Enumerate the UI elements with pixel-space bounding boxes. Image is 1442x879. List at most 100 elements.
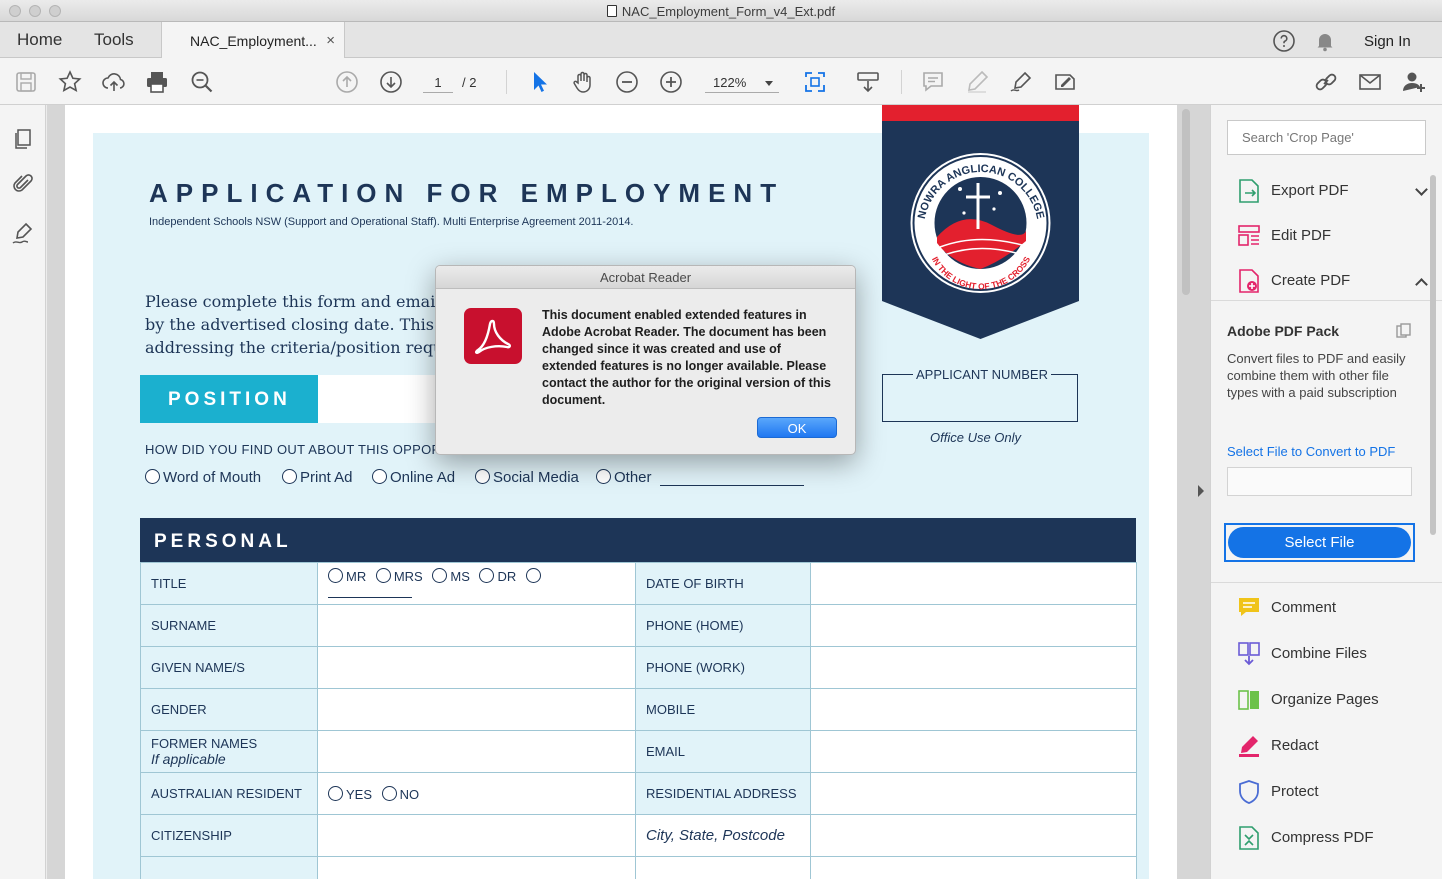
find-option-social-media[interactable]: Social Media	[475, 469, 579, 486]
combine-files-icon	[1238, 642, 1260, 666]
tools-search-input[interactable]: Search 'Crop Page'	[1227, 120, 1426, 155]
comment-icon	[1239, 598, 1259, 616]
scroll-mode-icon[interactable]	[855, 69, 881, 95]
resident-option-label: YES	[346, 786, 373, 802]
find-option-print-ad[interactable]: Print Ad	[282, 469, 353, 486]
comment-note-icon[interactable]	[920, 69, 946, 95]
applicant-number-field[interactable]: APPLICANT NUMBER	[882, 367, 1078, 422]
upload-cloud-icon[interactable]	[101, 69, 127, 95]
tab-tools[interactable]: Tools	[94, 30, 134, 50]
email-envelope-icon[interactable]	[1357, 69, 1383, 95]
tool-organize-pages[interactable]: Organize Pages	[1237, 687, 1427, 713]
find-option-other[interactable]: Other	[596, 469, 652, 486]
field-label-title: TITLE	[140, 562, 318, 605]
add-user-icon[interactable]	[1401, 69, 1427, 95]
residential-address-field[interactable]	[810, 772, 1137, 815]
field-label-citizenship: CITIZENSHIP	[140, 814, 318, 857]
radio-button[interactable]	[375, 568, 391, 583]
tool-protect[interactable]: Protect	[1237, 779, 1427, 805]
save-icon[interactable]	[13, 69, 39, 95]
date-of-birth-field[interactable]	[810, 562, 1137, 605]
radio-button[interactable]	[381, 785, 397, 801]
tab-home[interactable]: Home	[17, 30, 62, 50]
title-radio-group[interactable]: MR MRS MS DR	[317, 562, 636, 605]
ok-button[interactable]: OK	[757, 417, 837, 438]
other-text-line[interactable]	[660, 485, 804, 486]
attachments-paperclip-icon[interactable]	[11, 172, 35, 196]
zoom-level-dropdown[interactable]: 122%	[705, 73, 779, 93]
table-cell[interactable]	[810, 856, 1137, 879]
radio-button[interactable]	[432, 568, 448, 583]
print-icon[interactable]	[144, 69, 170, 95]
radio-button[interactable]	[475, 469, 490, 484]
sign-pen-icon[interactable]	[1008, 69, 1034, 95]
city-state-postcode-field[interactable]	[810, 814, 1137, 857]
find-option-online-ad[interactable]: Online Ad	[372, 469, 455, 486]
radio-button[interactable]	[328, 785, 343, 801]
sign-in-link[interactable]: Sign In	[1364, 33, 1411, 50]
surname-field[interactable]	[317, 604, 636, 647]
select-file-link[interactable]: Select File to Convert to PDF	[1227, 444, 1395, 459]
table-cell[interactable]	[317, 856, 636, 879]
tool-create-pdf[interactable]: Create PDF	[1237, 268, 1428, 294]
pdf-page: APPLICATION FOR EMPLOYMENT Independent S…	[65, 105, 1177, 879]
zoom-search-icon[interactable]	[189, 69, 215, 95]
chevron-up-icon[interactable]	[1415, 278, 1428, 291]
select-file-button[interactable]: Select File	[1228, 527, 1411, 558]
tool-label: Compress PDF	[1271, 829, 1374, 846]
phone-home-field[interactable]	[810, 604, 1137, 647]
tool-combine-files[interactable]: Combine Files	[1237, 641, 1427, 667]
resident-radio-group[interactable]: YES NO	[317, 772, 636, 815]
radio-button[interactable]	[596, 469, 611, 484]
page-thumbnails-icon[interactable]	[11, 127, 35, 151]
next-page-icon[interactable]	[378, 69, 404, 95]
radio-button[interactable]	[525, 568, 541, 583]
fill-sign-icon[interactable]	[1052, 69, 1078, 95]
tool-comment[interactable]: Comment	[1237, 595, 1427, 621]
document-viewport[interactable]: APPLICATION FOR EMPLOYMENT Independent S…	[47, 105, 1210, 879]
document-scrollbar[interactable]	[1180, 105, 1192, 879]
select-cursor-icon[interactable]	[526, 69, 552, 95]
help-icon[interactable]	[1272, 29, 1296, 58]
phone-work-field[interactable]	[810, 646, 1137, 689]
zoom-out-icon[interactable]	[614, 69, 640, 95]
previous-page-icon[interactable]	[334, 69, 360, 95]
scrollbar-thumb[interactable]	[1182, 109, 1190, 295]
former-names-field[interactable]	[317, 730, 636, 773]
selected-file-field[interactable]	[1227, 467, 1412, 496]
tool-edit-pdf[interactable]: Edit PDF	[1237, 223, 1427, 249]
notifications-bell-icon[interactable]	[1313, 29, 1337, 58]
panel-divider	[1211, 300, 1442, 301]
radio-button[interactable]	[282, 469, 297, 484]
other-title-line[interactable]	[328, 597, 412, 598]
radio-button[interactable]	[479, 568, 495, 583]
highlight-pen-icon[interactable]	[964, 69, 990, 95]
share-link-icon[interactable]	[1313, 69, 1339, 95]
tools-pane-scrollbar[interactable]	[1430, 175, 1436, 535]
given-names-field[interactable]	[317, 646, 636, 689]
tool-label: Create PDF	[1271, 272, 1351, 289]
fit-page-icon[interactable]	[802, 69, 828, 95]
citizenship-field[interactable]	[317, 814, 636, 857]
chevron-down-icon[interactable]	[1415, 183, 1428, 196]
edit-pdf-icon	[1238, 225, 1260, 246]
zoom-in-icon[interactable]	[658, 69, 684, 95]
close-tab-icon[interactable]: ×	[326, 32, 335, 49]
bookmark-star-icon[interactable]	[57, 69, 83, 95]
gender-field[interactable]	[317, 688, 636, 731]
radio-button[interactable]	[145, 469, 160, 484]
mobile-field[interactable]	[810, 688, 1137, 731]
find-option-word-of-mouth[interactable]: Word of Mouth	[145, 469, 261, 486]
radio-button[interactable]	[372, 469, 387, 484]
radio-button[interactable]	[328, 568, 343, 583]
pdf-pack-info-icon[interactable]	[1396, 323, 1412, 339]
tool-export-pdf[interactable]: Export PDF	[1237, 178, 1428, 204]
tool-redact[interactable]: Redact	[1237, 733, 1427, 759]
email-field[interactable]	[810, 730, 1137, 773]
tab-document[interactable]: NAC_Employment... ×	[161, 22, 345, 59]
page-number-input[interactable]: 1	[423, 73, 453, 93]
collapse-right-panel-arrow[interactable]	[1198, 485, 1204, 497]
tool-compress-pdf[interactable]: Compress PDF	[1237, 825, 1427, 851]
signature-panel-icon[interactable]	[11, 221, 35, 245]
hand-tool-icon[interactable]	[570, 69, 596, 95]
